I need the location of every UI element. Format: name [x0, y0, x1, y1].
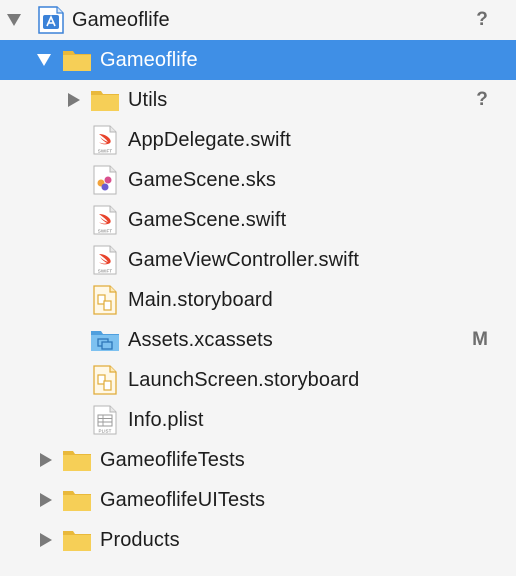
tree-row-info-plist[interactable]: PLIST Info.plist: [0, 400, 516, 440]
tree-row-label: Products: [100, 529, 180, 551]
project-navigator: Gameoflife ? Gameoflife Utils ? SWIFT Ap…: [0, 0, 516, 576]
tree-row-label: LaunchScreen.storyboard: [128, 369, 360, 391]
tree-row-group-gameoflife[interactable]: Gameoflife: [0, 40, 516, 80]
tree-row-label: Gameoflife: [72, 9, 170, 31]
tree-row-ui-tests[interactable]: GameoflifeUITests: [0, 480, 516, 520]
file-type-text: SWIFT: [98, 269, 113, 274]
vcs-status-badge: [458, 40, 488, 80]
vcs-status-badge: [458, 280, 488, 320]
asset-catalog-icon: [90, 325, 120, 355]
swift-file-icon: SWIFT: [92, 205, 122, 235]
folder-icon: [62, 445, 92, 475]
vcs-status-badge: [458, 120, 488, 160]
disclosure-collapsed-icon[interactable]: [34, 440, 58, 480]
tree-row-game-scene-sks[interactable]: GameScene.sks: [0, 160, 516, 200]
tree-row-main-storyboard[interactable]: Main.storyboard: [0, 280, 516, 320]
vcs-status-badge: [458, 440, 488, 480]
tree-row-label: GameoflifeTests: [100, 449, 245, 471]
folder-icon: [62, 525, 92, 555]
tree-row-game-scene-swift[interactable]: SWIFT GameScene.swift: [0, 200, 516, 240]
disclosure-collapsed-icon[interactable]: [34, 480, 58, 520]
vcs-status-badge: ?: [476, 9, 488, 30]
folder-icon: [62, 45, 92, 75]
tree-row-game-view-controller[interactable]: SWIFT GameViewController.swift: [0, 240, 516, 280]
tree-row-products[interactable]: Products: [0, 520, 516, 560]
storyboard-icon: [92, 365, 122, 395]
tree-row-assets[interactable]: Assets.xcassets M: [0, 320, 516, 360]
tree-row-label: AppDelegate.swift: [128, 129, 291, 151]
file-type-text: SWIFT: [98, 229, 113, 234]
disclosure-expanded-icon[interactable]: [32, 40, 56, 80]
file-type-text: SWIFT: [98, 149, 113, 154]
plist-file-icon: PLIST: [92, 405, 122, 435]
folder-icon: [90, 85, 120, 115]
tree-row-launch-screen[interactable]: LaunchScreen.storyboard: [0, 360, 516, 400]
vcs-status-badge: [458, 240, 488, 280]
vcs-status-badge: [458, 480, 488, 520]
tree-row-label: Utils: [128, 89, 168, 111]
xcode-project-icon: [36, 5, 66, 35]
tree-row-label: GameViewController.swift: [128, 249, 360, 271]
vcs-status-badge: [458, 160, 488, 200]
vcs-status-badge: [458, 400, 488, 440]
vcs-status-badge: ?: [476, 89, 488, 110]
tree-row-app-delegate[interactable]: SWIFT AppDelegate.swift: [0, 120, 516, 160]
vcs-status-badge: M: [472, 329, 488, 350]
storyboard-icon: [92, 285, 122, 315]
tree-row-label: Main.storyboard: [128, 289, 273, 311]
tree-row-utils[interactable]: Utils ?: [0, 80, 516, 120]
tree-row-label: GameoflifeUITests: [100, 489, 266, 511]
tree-row-project[interactable]: Gameoflife ?: [0, 0, 516, 40]
spritekit-scene-icon: [92, 165, 122, 195]
tree-row-label: GameScene.swift: [128, 209, 287, 231]
vcs-status-badge: [458, 360, 488, 400]
disclosure-collapsed-icon[interactable]: [62, 80, 86, 120]
file-type-text: PLIST: [98, 429, 111, 434]
tree-row-tests[interactable]: GameoflifeTests: [0, 440, 516, 480]
disclosure-collapsed-icon[interactable]: [34, 520, 58, 560]
disclosure-expanded-icon[interactable]: [2, 0, 26, 40]
folder-icon: [62, 485, 92, 515]
swift-file-icon: SWIFT: [92, 245, 122, 275]
tree-row-label: Gameoflife: [100, 49, 198, 71]
vcs-status-badge: [458, 520, 488, 560]
swift-file-icon: SWIFT: [92, 125, 122, 155]
tree-row-label: Info.plist: [128, 409, 204, 431]
vcs-status-badge: [458, 200, 488, 240]
tree-row-label: Assets.xcassets: [128, 329, 273, 351]
tree-row-label: GameScene.sks: [128, 169, 277, 191]
